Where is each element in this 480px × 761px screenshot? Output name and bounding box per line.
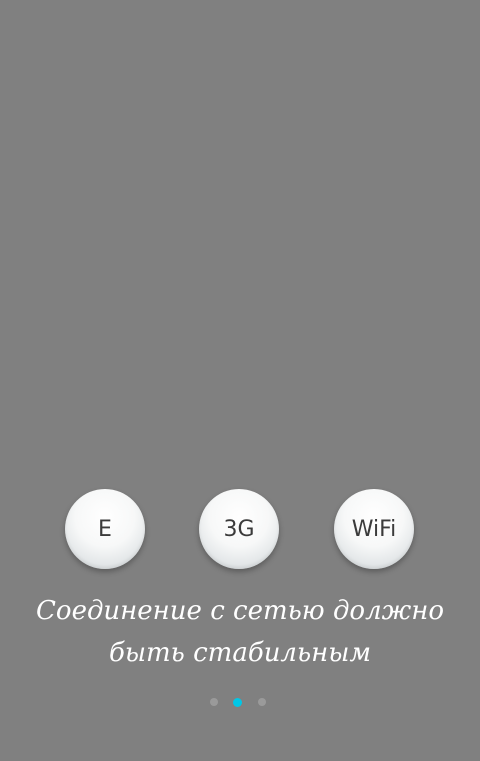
onboarding-caption: Соединение с сетью должно быть стабильны… bbox=[30, 590, 450, 674]
caption-line-2: быть стабильным bbox=[108, 638, 372, 668]
network-e-button[interactable]: E bbox=[65, 489, 145, 569]
page-dot-3[interactable] bbox=[258, 698, 266, 706]
page-dot-2-active[interactable] bbox=[233, 698, 242, 707]
page-dot-1[interactable] bbox=[210, 698, 218, 706]
network-3g-button[interactable]: 3G bbox=[199, 489, 279, 569]
network-wifi-button[interactable]: WiFi bbox=[334, 489, 414, 569]
network-type-row: E 3G WiFi bbox=[0, 489, 480, 569]
page-indicator bbox=[0, 698, 480, 708]
caption-line-1: Соединение с сетью должно bbox=[36, 596, 444, 626]
